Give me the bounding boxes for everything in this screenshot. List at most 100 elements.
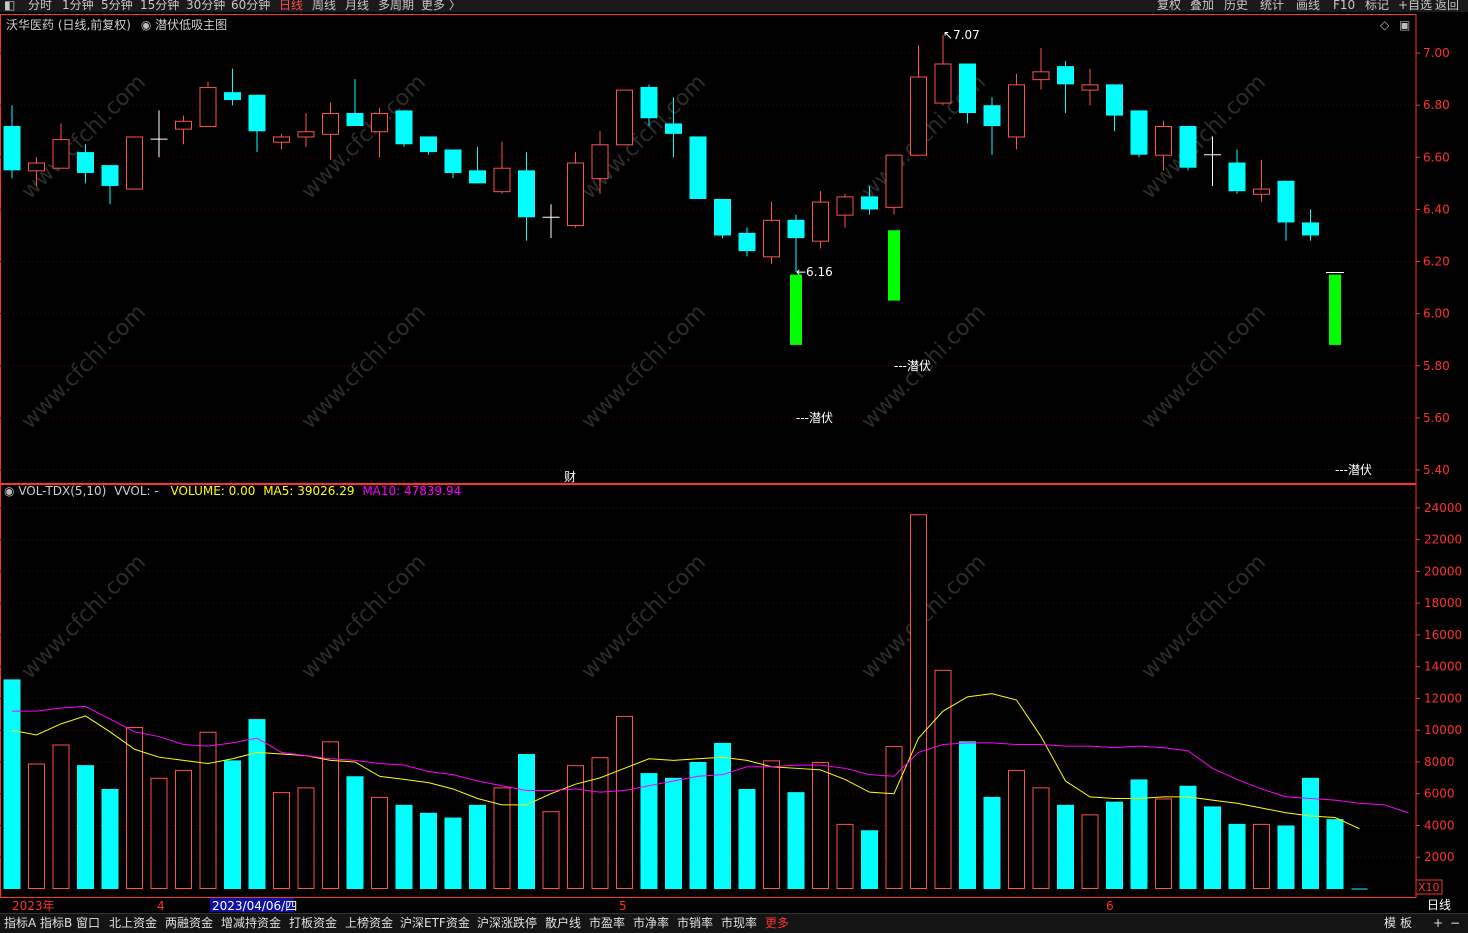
volume-bar [469, 804, 486, 889]
volume-bar [1008, 769, 1025, 890]
volume-bar [126, 727, 143, 889]
volume-bar [322, 741, 339, 889]
indicator-ma5: MA5: 39026.29 [263, 484, 355, 498]
watermark-text: www.cfchi.com [577, 300, 711, 434]
kline-chart[interactable]: 7.00 6.80 6.60 6.40 6.20 6.00 5.80 5.60 5.40 2400… [0, 0, 1468, 932]
candle-body [616, 89, 633, 146]
volume-bar [738, 788, 756, 889]
signal-bar [790, 274, 802, 345]
x-axis-label: 5 [619, 899, 627, 913]
indicator-settings-icon[interactable]: ◉ [4, 484, 14, 498]
indicator-name[interactable]: VOL-TDX(5,10) [18, 484, 106, 498]
signal-label: ---潜伏 [796, 411, 833, 425]
bottom-tab-12[interactable]: 市净率 [633, 914, 669, 933]
candle-body [444, 149, 462, 173]
volume-bar [28, 763, 45, 889]
volume-bar [518, 754, 535, 889]
bottom-right-control-3[interactable]: − [1450, 914, 1460, 933]
bottom-tab-1[interactable]: 指标B [40, 914, 72, 933]
volume-bar [836, 823, 854, 890]
candle-body [640, 86, 658, 119]
volume-bar [77, 765, 94, 889]
volume-bar [934, 669, 952, 890]
indicator-title: ◉ VOL-TDX(5,10) VVOL: - VOLUME: 0.00 MA5… [4, 484, 461, 498]
candle-body [861, 196, 878, 210]
volume-bar [616, 715, 633, 890]
volume-tick-label: 18000 [1424, 596, 1462, 610]
bottom-tab-7[interactable]: 上榜资金 [345, 914, 393, 933]
candle-body [738, 232, 756, 252]
candle-body [689, 136, 707, 199]
bottom-tab-5[interactable]: 增减持资金 [221, 914, 281, 933]
candle-body [567, 162, 584, 227]
candle-body [297, 131, 315, 138]
bottom-tab-2[interactable]: 窗口 [76, 914, 100, 933]
volume-bar [640, 773, 658, 889]
candle-body [910, 76, 927, 156]
bottom-tab-9[interactable]: 沪深涨跌停 [477, 914, 537, 933]
volume-tick-label: 6000 [1424, 787, 1455, 801]
price-tick-label: 6.80 [1423, 98, 1450, 112]
bottom-tab-4[interactable]: 两融资金 [165, 914, 213, 933]
main-chart-title: 沃华医药 (日线,前复权) ◉ 潜伏低吸主图 [6, 16, 227, 33]
candle-body [469, 170, 486, 184]
volume-bar [1155, 798, 1172, 890]
x-axis-label: 6 [1106, 899, 1114, 913]
bottom-tab-10[interactable]: 散户线 [545, 914, 581, 933]
indicator-vvol: VVOL: - [114, 484, 159, 498]
price-tick-label: 6.00 [1423, 307, 1450, 321]
window-icon: ▣ [1399, 18, 1410, 32]
bottom-right-control-0[interactable]: 模 [1384, 914, 1396, 933]
volume-bar [665, 777, 682, 889]
watermark-text: www.cfchi.com [17, 550, 151, 684]
price-label: ←6.16 [796, 265, 833, 279]
signal-bar [888, 230, 900, 301]
volume-tick-label: 12000 [1424, 691, 1462, 705]
bottom-right-control-1[interactable]: 板 [1400, 914, 1412, 933]
bottom-tab-3[interactable]: 北上资金 [109, 914, 157, 933]
volume-bar [1228, 823, 1246, 889]
candle-body [322, 113, 339, 135]
volume-bar [1204, 806, 1221, 889]
volume-bar [395, 804, 413, 889]
volume-bar [297, 787, 315, 889]
candle-body [395, 110, 413, 145]
candle-body [126, 136, 143, 190]
volume-bar [248, 719, 266, 889]
volume-bar [787, 792, 805, 889]
volume-tick-label: 2000 [1424, 850, 1455, 864]
bottom-tab-15[interactable]: 更多 [765, 914, 789, 933]
volume-bar [959, 741, 976, 889]
ma10-line [12, 705, 1409, 814]
volume-bar [812, 761, 829, 890]
candle-body [518, 170, 535, 218]
bottom-tab-8[interactable]: 沪深ETF资金 [400, 914, 470, 933]
main-pane-frame [0, 14, 1417, 484]
candle-body [175, 120, 192, 130]
bottom-tab-6[interactable]: 打板资金 [289, 914, 337, 933]
volume-bar [420, 812, 437, 889]
volume-bar [1130, 779, 1148, 889]
candle-body [346, 113, 364, 127]
volume-bar [52, 744, 70, 889]
bottom-tab-11[interactable]: 市盈率 [589, 914, 625, 933]
price-tick-label: 7.00 [1423, 46, 1450, 60]
bottom-tab-14[interactable]: 市现率 [721, 914, 757, 933]
formula-name-label[interactable]: 潜伏低吸主图 [155, 18, 227, 32]
volume-tick-label: 10000 [1424, 723, 1462, 737]
formula-settings-icon[interactable]: ◉ [141, 18, 151, 32]
candle-body [273, 136, 290, 143]
candle-body [1008, 84, 1025, 138]
volume-tick-label: 20000 [1424, 564, 1462, 578]
bottom-tab-13[interactable]: 市销率 [677, 914, 713, 933]
bottom-right-control-2[interactable]: + [1433, 914, 1443, 933]
candle-body [591, 144, 609, 180]
volume-tick-label: 16000 [1424, 628, 1462, 642]
price-tick-label: 6.20 [1423, 255, 1450, 269]
volume-bar [371, 796, 388, 889]
bottom-tab-0[interactable]: 指标A [4, 914, 36, 933]
candle-body [493, 167, 511, 193]
volume-bar [1032, 787, 1050, 889]
volume-bar [1302, 777, 1319, 889]
volume-bar [346, 776, 364, 889]
